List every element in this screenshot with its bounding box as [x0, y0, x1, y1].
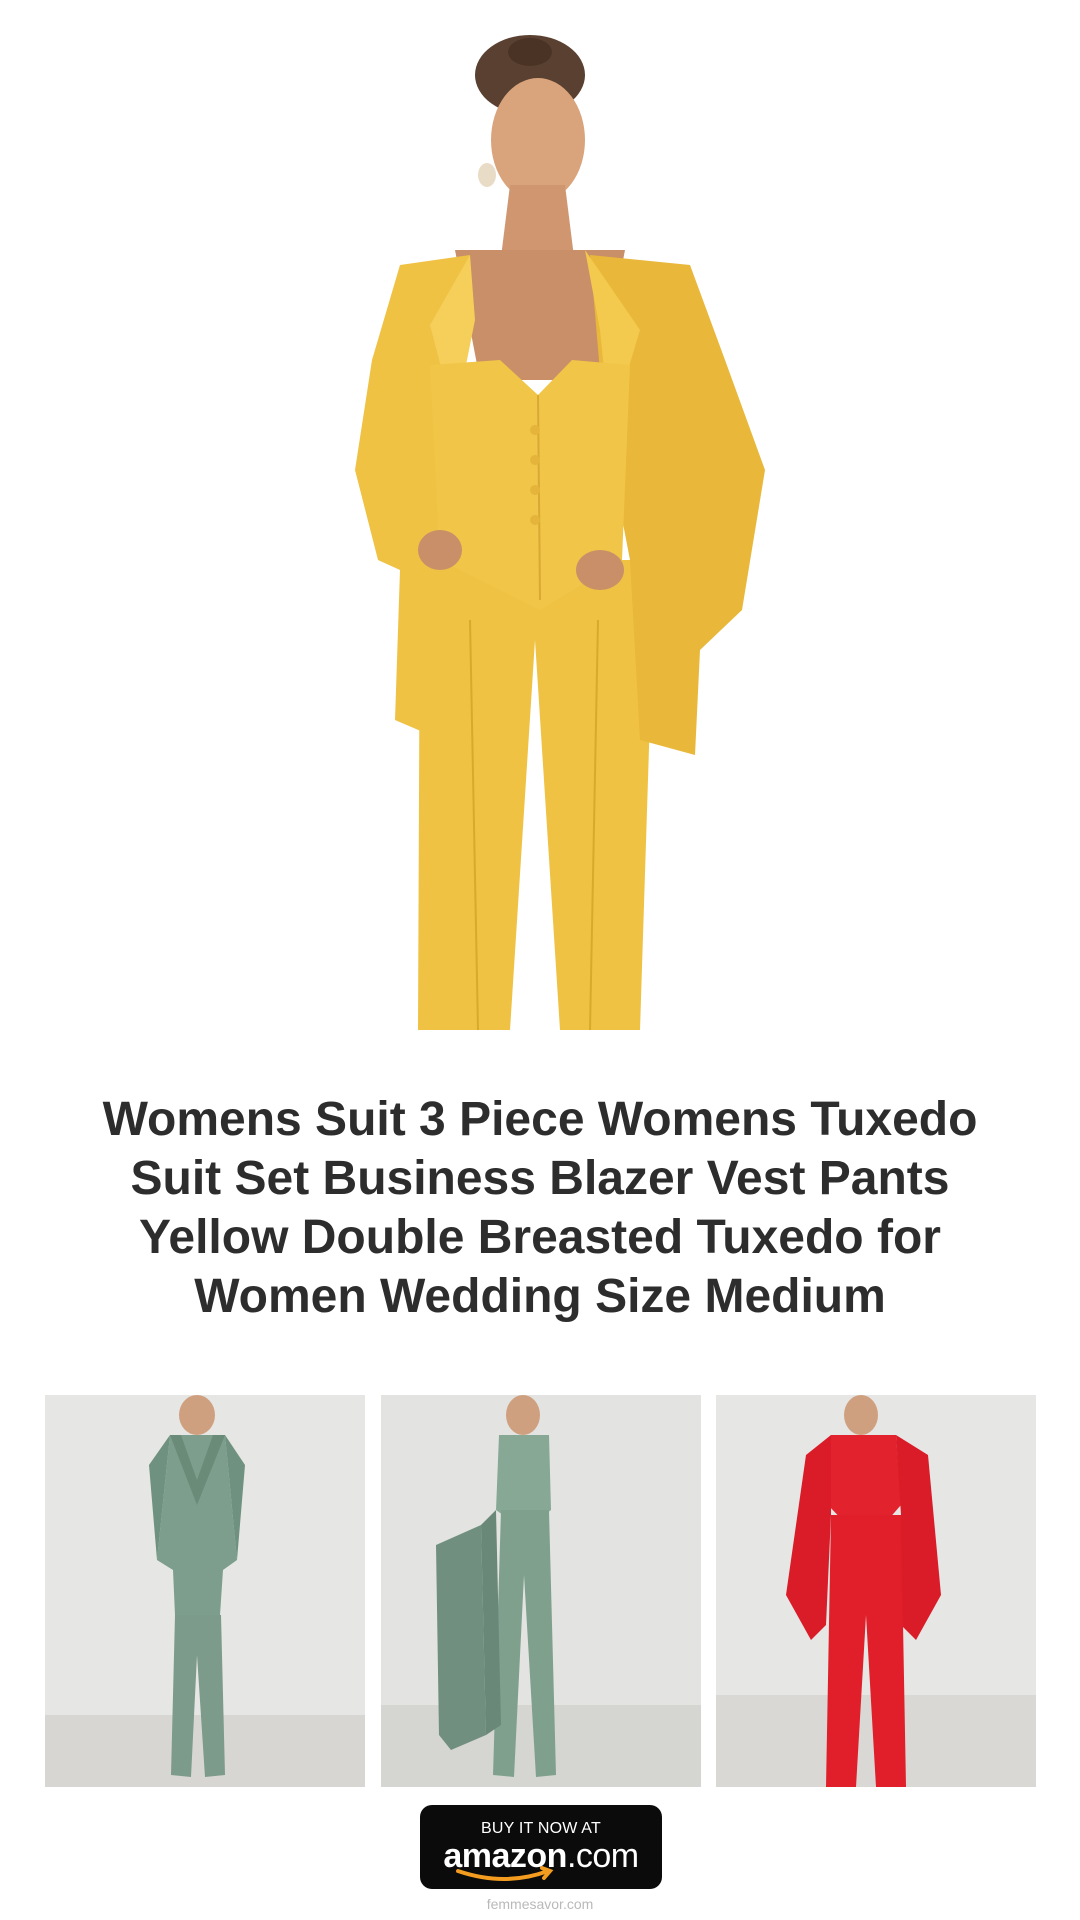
- hero-product-image[interactable]: [0, 0, 1080, 1030]
- green-suit-photo: [45, 1395, 365, 1787]
- thumbnail-gallery: [45, 1395, 1036, 1787]
- buy-on-amazon-button[interactable]: BUY IT NOW AT amazon.com: [420, 1805, 662, 1889]
- thumbnail-green-suit[interactable]: [45, 1395, 365, 1787]
- amazon-smile-icon: [456, 1866, 554, 1881]
- thumbnail-red-suit[interactable]: [716, 1395, 1036, 1787]
- red-suit-photo: [716, 1395, 1036, 1787]
- footer-domain: femmesavor.com: [486, 1896, 594, 1912]
- amazon-wordmark-domain: .com: [566, 1837, 639, 1875]
- green-vest-photo: [381, 1395, 701, 1787]
- cta-top-text: BUY IT NOW AT: [481, 1820, 601, 1837]
- thumbnail-green-vest[interactable]: [381, 1395, 701, 1787]
- hero-suit-illustration: [355, 35, 765, 1030]
- product-title: Womens Suit 3 Piece Womens Tuxedo Suit S…: [102, 1093, 978, 1323]
